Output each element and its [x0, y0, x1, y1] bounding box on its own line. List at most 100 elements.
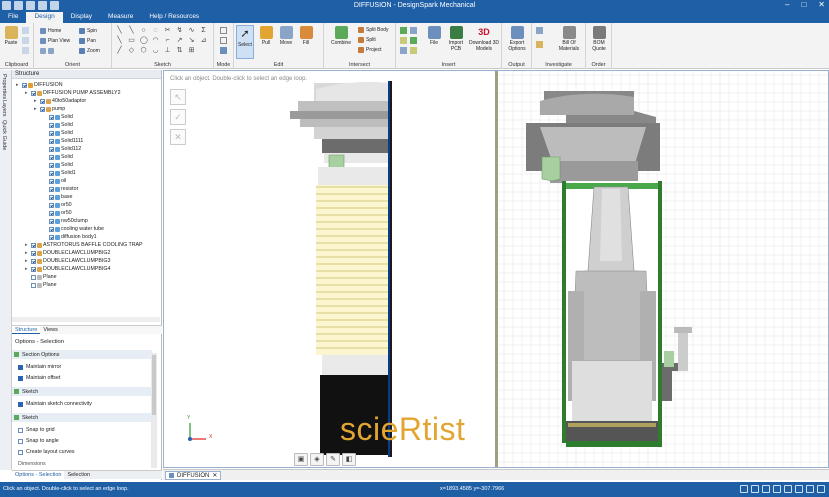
- spline-tool-icon[interactable]: ∿: [188, 27, 195, 34]
- dimension-icon[interactable]: ⊿: [200, 37, 207, 44]
- tool-guide-check-icon[interactable]: ✓: [170, 109, 186, 125]
- split-button[interactable]: Split: [358, 37, 376, 43]
- view-tools-button[interactable]: [40, 48, 54, 54]
- sweep-arc-icon[interactable]: ◠: [152, 37, 159, 44]
- tree-item[interactable]: ▸ DIFFUSION PUMP ASSEMBLY2: [25, 89, 121, 97]
- three-point-rect-icon[interactable]: ◇: [128, 47, 135, 54]
- visibility-checkbox[interactable]: [49, 178, 54, 184]
- combine-button[interactable]: Combine: [330, 26, 352, 46]
- expand-icon[interactable]: ▸: [34, 98, 39, 104]
- snap-angle-option[interactable]: Snap to angle: [18, 438, 59, 444]
- visibility-checkbox[interactable]: [40, 106, 45, 112]
- insert-point-icon[interactable]: [410, 37, 417, 44]
- rectangle-tool-icon[interactable]: ▭: [128, 37, 135, 44]
- tree-item[interactable]: nw50clump: [43, 217, 88, 225]
- visibility-checkbox[interactable]: [31, 242, 36, 248]
- expand-icon[interactable]: ▸: [25, 242, 30, 248]
- tree-item[interactable]: or50: [43, 201, 72, 209]
- insert-axis-icon[interactable]: [410, 27, 417, 34]
- menu-measure[interactable]: Measure: [100, 12, 141, 23]
- spin-button[interactable]: Spin: [79, 28, 97, 34]
- tree-item[interactable]: Solid: [43, 121, 73, 129]
- bill-of-materials-button[interactable]: Bill Of Materials: [554, 26, 584, 52]
- visibility-checkbox[interactable]: [49, 162, 54, 168]
- visibility-checkbox[interactable]: [31, 90, 36, 96]
- status-select-icon[interactable]: [762, 485, 770, 493]
- maintain-offset-option[interactable]: Maintain offset: [18, 375, 60, 381]
- tab-properties[interactable]: Properties: [1, 74, 7, 99]
- status-back-icon[interactable]: [751, 485, 759, 493]
- project-button[interactable]: Project: [358, 47, 382, 53]
- visibility-checkbox[interactable]: [49, 154, 54, 160]
- move-button[interactable]: Move: [278, 26, 294, 46]
- tool-guide-select-icon[interactable]: ↖: [170, 89, 186, 105]
- close-button[interactable]: ✕: [818, 0, 825, 9]
- snap-angle-checkbox[interactable]: [18, 438, 23, 444]
- dimensions-header[interactable]: Dimensions: [18, 461, 46, 467]
- close-tab-icon[interactable]: ✕: [212, 472, 217, 479]
- tool-guide-cancel-icon[interactable]: ✕: [170, 129, 186, 145]
- tree-item[interactable]: ▸ DOUBLECLAWCLUMPBIG4: [25, 265, 111, 273]
- tree-item[interactable]: ▸ ASTROTORUS BAFFLE COOLING TRAP: [25, 241, 143, 249]
- visibility-checkbox[interactable]: [49, 226, 54, 232]
- tree-item[interactable]: resistor: [43, 185, 78, 193]
- scale-icon[interactable]: ⊞: [188, 47, 195, 54]
- line-tool-icon[interactable]: ╲: [116, 27, 123, 34]
- tree-item[interactable]: Solid1111: [43, 137, 83, 145]
- section-mode-icon[interactable]: [220, 37, 227, 44]
- menu-file[interactable]: File: [0, 12, 26, 23]
- tree-item[interactable]: oil: [43, 177, 66, 185]
- insert-file-button[interactable]: File: [426, 26, 442, 46]
- menu-design[interactable]: Design: [26, 12, 63, 23]
- three-point-arc-icon[interactable]: ◡: [152, 47, 159, 54]
- cut-icon[interactable]: [22, 27, 29, 34]
- status-filter-icon[interactable]: [773, 485, 781, 493]
- tree-item[interactable]: Solid: [43, 153, 73, 161]
- project-curve-icon[interactable]: ↗: [176, 37, 183, 44]
- tree-item[interactable]: diffusion body1: [43, 233, 97, 241]
- export-options-button[interactable]: Export Options: [505, 26, 529, 52]
- tree-item[interactable]: ▸ DOUBLECLAWCLUMPBIG3: [25, 257, 111, 265]
- tree-item[interactable]: Solid1: [43, 169, 76, 177]
- visibility-checkbox[interactable]: [31, 250, 36, 256]
- tree-item[interactable]: or50: [43, 209, 72, 217]
- expand-icon[interactable]: ▸: [25, 258, 30, 264]
- arc-tool-icon[interactable]: ◌: [152, 27, 159, 34]
- pan-button[interactable]: Pan: [79, 38, 96, 44]
- visibility-checkbox[interactable]: [31, 266, 36, 272]
- status-forward-icon[interactable]: [740, 485, 748, 493]
- mirror-icon[interactable]: ⇅: [176, 47, 183, 54]
- sketch2-header[interactable]: Sketch: [12, 413, 152, 422]
- sketch-mode-icon[interactable]: [220, 27, 227, 34]
- visibility-checkbox[interactable]: [49, 138, 54, 144]
- visibility-checkbox[interactable]: [40, 98, 45, 104]
- tree-item[interactable]: Solid: [43, 161, 73, 169]
- tab-options-selection[interactable]: Options - Selection: [12, 471, 65, 479]
- view-sketch-icon[interactable]: ✎: [326, 453, 340, 466]
- expand-icon[interactable]: ▸: [16, 82, 21, 88]
- insert-origin-icon[interactable]: [400, 37, 407, 44]
- visibility-checkbox[interactable]: [31, 282, 36, 288]
- maintain-mirror-option[interactable]: Maintain mirror: [18, 364, 61, 370]
- maintain-sketch-checkbox[interactable]: [18, 401, 23, 407]
- visibility-checkbox[interactable]: [49, 234, 54, 240]
- insert-image-icon[interactable]: [400, 47, 407, 54]
- visibility-checkbox[interactable]: [49, 186, 54, 192]
- polyline-tool-icon[interactable]: ╲: [128, 27, 135, 34]
- create-layout-checkbox[interactable]: [18, 449, 23, 455]
- expand-icon[interactable]: ▸: [25, 250, 30, 256]
- create-layout-option[interactable]: Create layout curves: [18, 449, 75, 455]
- corner-icon[interactable]: ⌐: [164, 37, 171, 44]
- options-scrollbar[interactable]: [151, 353, 157, 468]
- menu-help[interactable]: Help / Resources: [141, 12, 207, 23]
- tab-structure[interactable]: Structure: [12, 326, 41, 334]
- section-options-header[interactable]: Section Options: [12, 350, 152, 359]
- split-curve-icon[interactable]: ⊥: [164, 47, 171, 54]
- expand-icon[interactable]: ▸: [25, 266, 30, 272]
- copy-icon[interactable]: [22, 37, 29, 44]
- maintain-sketch-option[interactable]: Maintain sketch connectivity: [18, 401, 92, 407]
- snap-grid-option[interactable]: Snap to grid: [18, 427, 55, 433]
- tree-item[interactable]: Solid112: [43, 145, 81, 153]
- tree-item[interactable]: ▸ DIFFUSION: [16, 81, 63, 89]
- visibility-checkbox[interactable]: [49, 218, 54, 224]
